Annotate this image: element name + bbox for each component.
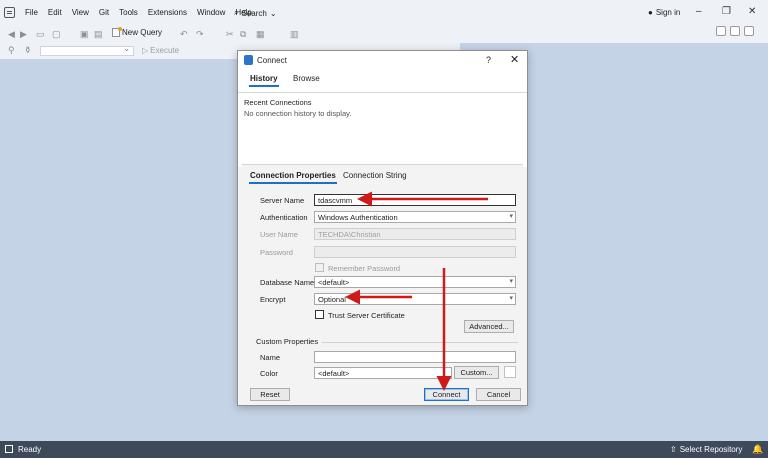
- open-icon[interactable]: ▭: [36, 29, 45, 40]
- user-name-label: User Name: [260, 230, 298, 239]
- new-query-label: New Query: [122, 28, 163, 37]
- forward-icon[interactable]: ▶: [20, 29, 27, 40]
- sign-in-button[interactable]: ● Sign in: [648, 8, 680, 17]
- cancel-button[interactable]: Cancel: [476, 388, 521, 401]
- encrypt-select[interactable]: Optional: [314, 293, 516, 305]
- new-query-button[interactable]: New Query: [112, 27, 163, 37]
- database-selector[interactable]: [40, 44, 134, 56]
- server-name-label: Server Name: [260, 196, 305, 205]
- connect-button[interactable]: Connect: [424, 388, 469, 401]
- dialog-title: Connect: [257, 56, 287, 65]
- search-box[interactable]: ⌕ Search ⌄: [234, 8, 277, 18]
- select-repository-button[interactable]: ⇧ Select Repository: [670, 445, 742, 454]
- connect-dialog-icon: [244, 55, 253, 65]
- menu-window[interactable]: Window: [192, 8, 230, 17]
- minimize-icon[interactable]: –: [696, 6, 702, 17]
- remember-password-checkbox[interactable]: [315, 263, 324, 272]
- execute-icon: ▷: [142, 46, 149, 55]
- recent-connections-empty: No connection history to display.: [244, 109, 352, 118]
- tab-connection-properties[interactable]: Connection Properties: [249, 171, 337, 184]
- save-icon[interactable]: ▣: [80, 29, 89, 40]
- chevron-down-icon: ⌄: [269, 8, 277, 18]
- password-input[interactable]: [314, 246, 516, 258]
- tab-history[interactable]: History: [249, 74, 279, 87]
- encrypt-label: Encrypt: [260, 295, 286, 304]
- color-swatch[interactable]: [504, 366, 516, 378]
- menu-extensions[interactable]: Extensions: [143, 8, 192, 17]
- dialog-titlebar: Connect ? ✕: [238, 51, 527, 69]
- new-query-icon: [112, 27, 122, 37]
- reset-button[interactable]: Reset: [250, 388, 290, 401]
- toolbar-right-icons: [716, 26, 754, 36]
- notification-icon[interactable]: 🔔: [752, 444, 763, 455]
- dialog-close-button[interactable]: ✕: [510, 53, 519, 66]
- restore-icon[interactable]: ❐: [722, 6, 731, 17]
- trust-server-certificate-checkbox[interactable]: [315, 310, 324, 319]
- copy-icon[interactable]: ⧉: [240, 29, 246, 40]
- trust-server-certificate-label: Trust Server Certificate: [328, 311, 405, 320]
- database-name-select[interactable]: <default>: [314, 276, 516, 288]
- menu-view[interactable]: View: [67, 8, 94, 17]
- cut-icon[interactable]: ✂: [226, 29, 234, 40]
- custom-properties-title: Custom Properties: [256, 337, 323, 346]
- status-icon: [5, 445, 13, 453]
- custom-name-input[interactable]: [314, 351, 516, 363]
- server-name-input[interactable]: tdascvmm: [314, 194, 516, 206]
- connect-object-icon[interactable]: ⚲: [8, 45, 15, 56]
- undo-icon[interactable]: ↶: [180, 29, 188, 40]
- recent-connections-title: Recent Connections: [244, 98, 312, 107]
- status-bar: Ready ⇧ Select Repository 🔔: [0, 441, 768, 458]
- feedback-icon[interactable]: [716, 26, 726, 36]
- menu-bar: File Edit View Git Tools Extensions Wind…: [0, 0, 768, 27]
- menu-file[interactable]: File: [20, 8, 43, 17]
- help-button[interactable]: ?: [486, 55, 491, 65]
- connection-properties-panel: Connection Properties Connection String …: [242, 164, 523, 379]
- custom-name-label: Name: [260, 353, 281, 362]
- authentication-select[interactable]: Windows Authentication: [314, 211, 516, 223]
- repository-icon: ⇧: [670, 445, 677, 454]
- execute-button[interactable]: ▷ Execute: [142, 46, 179, 55]
- database-name-label: Database Name: [260, 278, 315, 287]
- save-all-icon[interactable]: ▤: [94, 29, 103, 40]
- password-label: Password: [260, 248, 293, 257]
- status-text: Ready: [18, 445, 42, 454]
- solution-explorer-icon[interactable]: ▥: [290, 29, 299, 40]
- advanced-button[interactable]: Advanced...: [464, 320, 514, 333]
- search-icon: ⌕: [234, 8, 239, 17]
- history-panel: Recent Connections No connection history…: [238, 92, 527, 167]
- search-label: Search: [241, 8, 267, 18]
- execute-label: Execute: [150, 46, 180, 55]
- menu-tools[interactable]: Tools: [114, 8, 143, 17]
- window-close-icon[interactable]: ✕: [748, 6, 756, 17]
- custom-color-label: Color: [260, 369, 278, 378]
- redo-icon[interactable]: ↷: [196, 29, 204, 40]
- paste-icon[interactable]: ▦: [256, 29, 265, 40]
- app-logo-icon: [4, 7, 15, 18]
- new-file-icon[interactable]: ▢: [52, 29, 61, 40]
- menu-git[interactable]: Git: [94, 8, 114, 17]
- user-name-input[interactable]: TECHDA\Christian: [314, 228, 516, 240]
- user-icon: ●: [648, 8, 653, 17]
- filter-icon[interactable]: ⚱: [24, 45, 32, 56]
- tab-browse[interactable]: Browse: [293, 74, 320, 83]
- main-menu: File Edit View Git Tools Extensions Wind…: [20, 8, 257, 17]
- menu-edit[interactable]: Edit: [43, 8, 67, 17]
- sign-in-label: Sign in: [655, 8, 681, 17]
- back-icon[interactable]: ◀: [8, 29, 15, 40]
- custom-color-button[interactable]: Custom...: [454, 366, 499, 379]
- ssms-window: File Edit View Git Tools Extensions Wind…: [0, 0, 768, 458]
- share-icon[interactable]: [744, 26, 754, 36]
- connect-dialog: Connect ? ✕ History Browse Recent Connec…: [237, 50, 528, 406]
- authentication-label: Authentication: [260, 213, 308, 222]
- tab-connection-string[interactable]: Connection String: [343, 171, 407, 180]
- remember-password-label: Remember Password: [328, 264, 401, 273]
- settings-icon[interactable]: [730, 26, 740, 36]
- select-repository-label: Select Repository: [679, 445, 743, 454]
- custom-color-field[interactable]: <default>: [314, 367, 452, 379]
